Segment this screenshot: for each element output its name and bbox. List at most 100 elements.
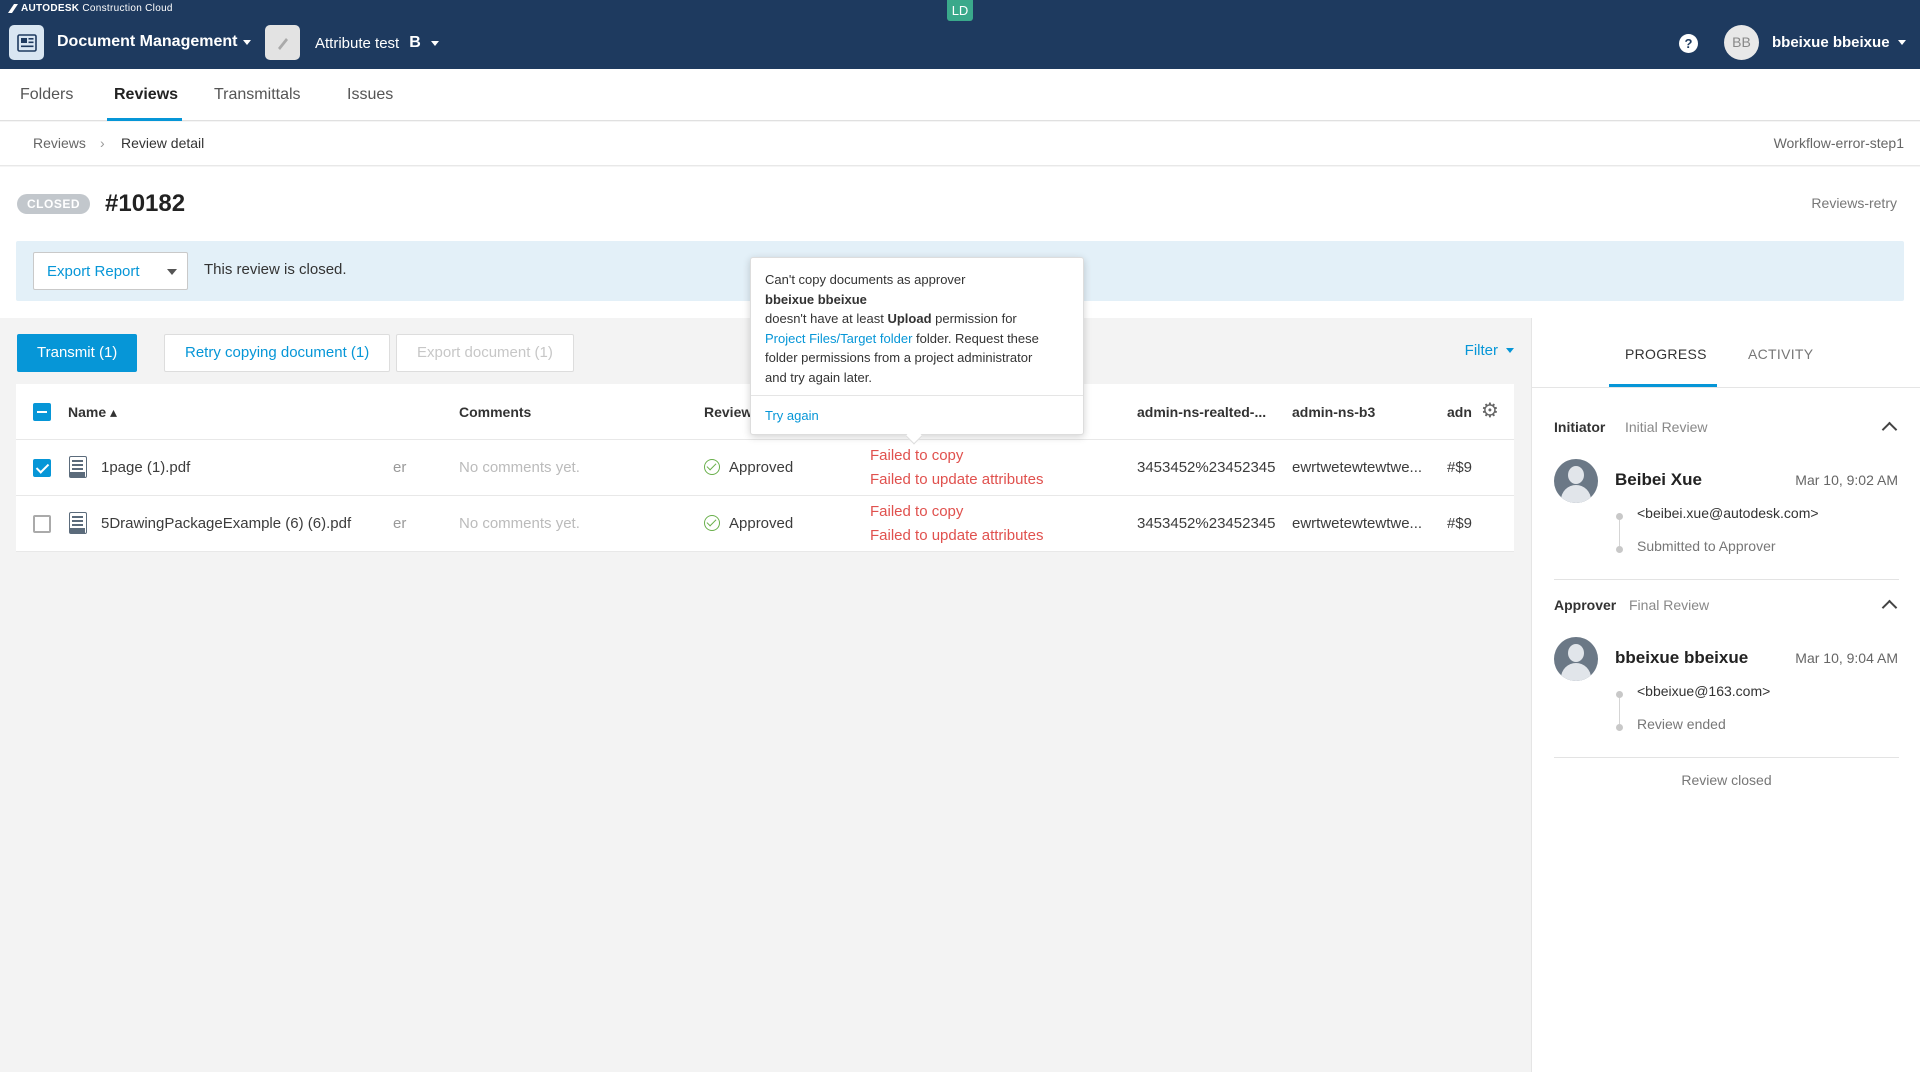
document-management-icon[interactable] bbox=[9, 25, 44, 60]
timeline-dot bbox=[1616, 691, 1623, 698]
review-status-label: Approved bbox=[729, 459, 794, 476]
step-time: Mar 10, 9:04 AM bbox=[1795, 650, 1898, 666]
chevron-down-icon bbox=[1897, 40, 1906, 45]
gear-icon[interactable]: ⚙ bbox=[1481, 401, 1499, 421]
tab-issues[interactable]: Issues bbox=[347, 86, 393, 104]
tab-reviews[interactable]: Reviews bbox=[114, 86, 178, 104]
autodesk-a-icon bbox=[8, 4, 18, 13]
dropdown-arrow-icon bbox=[167, 269, 177, 275]
pdf-file-icon bbox=[69, 512, 87, 534]
try-again-link[interactable]: Try again bbox=[765, 408, 819, 423]
folder-link[interactable]: Project Files/Target folder bbox=[765, 331, 912, 346]
user-avatar[interactable]: BB bbox=[1724, 25, 1759, 60]
sort-up-icon: ▴ bbox=[110, 404, 118, 420]
timeline-line bbox=[1619, 520, 1620, 546]
filter-label: Filter bbox=[1464, 342, 1498, 359]
step-role: Initiator bbox=[1554, 419, 1606, 435]
ld-badge[interactable]: LD bbox=[947, 0, 973, 21]
step-status: Review ended bbox=[1637, 716, 1726, 732]
project-switcher[interactable]: Attribute test B bbox=[315, 34, 439, 52]
export-report-dropdown[interactable]: Export Report bbox=[33, 252, 188, 290]
chevron-up-icon[interactable] bbox=[1881, 421, 1898, 438]
file-name[interactable]: 5DrawingPackageExample (6) (6).pdf bbox=[101, 515, 351, 532]
truncated-cell: er bbox=[393, 515, 407, 532]
tooltip-text: permission for bbox=[931, 311, 1017, 326]
step-name: Initial Review bbox=[1625, 419, 1708, 435]
error-attributes[interactable]: Failed to update attributes bbox=[870, 471, 1043, 488]
column-review[interactable]: Review bbox=[704, 404, 752, 420]
help-icon[interactable]: ? bbox=[1679, 34, 1698, 53]
filter-button[interactable]: Filter bbox=[1465, 342, 1514, 359]
attr-realted-cell: 3453452%23452345 bbox=[1137, 459, 1276, 476]
step-time: Mar 10, 9:02 AM bbox=[1795, 472, 1898, 488]
step-status: Submitted to Approver bbox=[1637, 538, 1776, 554]
tab-transmittals[interactable]: Transmittals bbox=[214, 86, 301, 104]
attr-adn-cell: #$9 bbox=[1447, 459, 1473, 476]
tooltip-text: folder. Request these bbox=[912, 330, 1039, 346]
chevron-down-icon bbox=[243, 39, 252, 45]
project-name: Attribute test bbox=[315, 34, 400, 52]
tooltip-divider bbox=[751, 395, 1083, 396]
error-copy[interactable]: Failed to copy bbox=[870, 447, 963, 464]
step-role: Approver bbox=[1554, 597, 1617, 613]
transmit-button[interactable]: Transmit (1) bbox=[17, 334, 138, 372]
column-name[interactable]: Name ▴ bbox=[68, 404, 117, 421]
tooltip-line-4: Project Files/Target folder folder. Requ… bbox=[765, 329, 1069, 349]
attr-b3-cell: ewrtwetewtewtwe... bbox=[1292, 459, 1423, 476]
retry-copying-button[interactable]: Retry copying document (1) bbox=[164, 334, 391, 372]
copy-error-tooltip: Can't copy documents as approver bbeixue… bbox=[750, 257, 1084, 445]
user-menu[interactable]: bbeixue bbeixue bbox=[1772, 34, 1906, 51]
breadcrumb-current: Review detail bbox=[121, 135, 205, 151]
timeline-dot bbox=[1616, 546, 1623, 553]
review-closed-text: Review closed bbox=[1681, 772, 1772, 788]
avatar bbox=[1554, 637, 1598, 681]
autodesk-logo: AUTODESK Construction Cloud bbox=[8, 3, 173, 14]
avatar bbox=[1554, 459, 1598, 503]
column-attr-b3[interactable]: admin-ns-b3 bbox=[1292, 404, 1375, 420]
app-switcher[interactable]: Document Management bbox=[57, 33, 252, 51]
error-copy[interactable]: Failed to copy bbox=[870, 503, 963, 520]
review-status-cell: Approved bbox=[704, 459, 793, 476]
attr-b3-cell: ewrtwetewtewtwe... bbox=[1292, 515, 1423, 532]
page-title: #10182 bbox=[105, 190, 186, 217]
column-attr-adn[interactable]: adn bbox=[1447, 404, 1472, 420]
attr-realted-cell: 3453452%23452345 bbox=[1137, 515, 1276, 532]
row-checkbox[interactable] bbox=[33, 515, 51, 533]
status-badge: CLOSED bbox=[17, 194, 91, 214]
check-circle-icon bbox=[704, 459, 720, 475]
chevron-up-icon[interactable] bbox=[1881, 599, 1898, 616]
select-all-checkbox[interactable] bbox=[33, 403, 51, 421]
tab-folders[interactable]: Folders bbox=[20, 86, 73, 104]
breadcrumb-reviews[interactable]: Reviews bbox=[33, 135, 86, 151]
tooltip-line-3: doesn't have at least Upload permission … bbox=[765, 309, 1069, 329]
project-badge: B bbox=[409, 34, 421, 51]
error-attributes[interactable]: Failed to update attributes bbox=[870, 527, 1043, 544]
attr-adn-cell: #$9 bbox=[1447, 515, 1473, 532]
user-name: bbeixue bbeixue bbox=[1772, 34, 1890, 51]
file-name[interactable]: 1page (1).pdf bbox=[101, 459, 190, 476]
table-row[interactable]: 5DrawingPackageExample (6) (6).pdf er No… bbox=[16, 496, 1514, 552]
step-name: Final Review bbox=[1629, 597, 1710, 613]
divider bbox=[1554, 757, 1899, 758]
brand-light: Construction Cloud bbox=[82, 3, 173, 14]
breadcrumb: Reviews › Review detail Workflow-error-s… bbox=[0, 122, 1920, 166]
review-name: Reviews-retry bbox=[1811, 195, 1897, 211]
chevron-right-icon: › bbox=[100, 135, 105, 151]
column-comments[interactable]: Comments bbox=[459, 404, 531, 420]
timeline-line bbox=[1619, 698, 1620, 724]
app-name: Document Management bbox=[57, 33, 238, 50]
closed-message: This review is closed. bbox=[204, 261, 347, 278]
check-circle-icon bbox=[704, 515, 720, 531]
top-bar: AUTODESK Construction Cloud LD Document … bbox=[0, 0, 1920, 69]
tab-progress[interactable]: PROGRESS bbox=[1625, 346, 1707, 362]
column-attr-realted[interactable]: admin-ns-realted-... bbox=[1137, 404, 1266, 420]
table-row[interactable]: 1page (1).pdf er No comments yet. Approv… bbox=[16, 440, 1514, 496]
timeline-dot bbox=[1616, 724, 1623, 731]
timeline-dot bbox=[1616, 513, 1623, 520]
row-checkbox[interactable] bbox=[33, 459, 51, 477]
divider bbox=[1554, 579, 1899, 580]
project-icon[interactable] bbox=[265, 25, 300, 60]
comments-cell: No comments yet. bbox=[459, 459, 580, 476]
tab-activity[interactable]: ACTIVITY bbox=[1748, 346, 1813, 362]
export-document-button: Export document (1) bbox=[396, 334, 574, 372]
